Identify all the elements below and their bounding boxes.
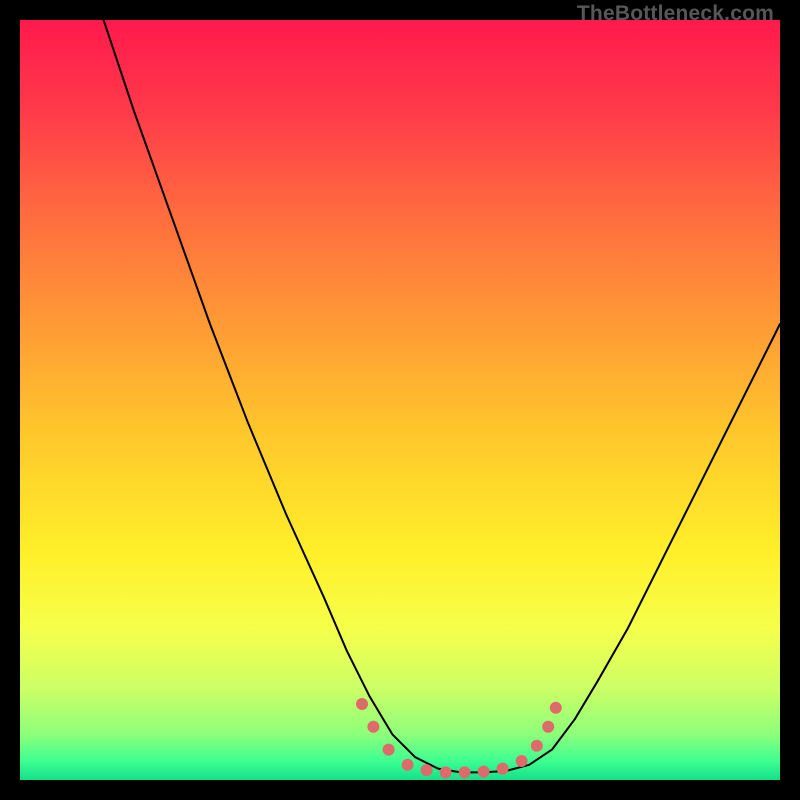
data-point xyxy=(478,766,490,778)
watermark-text: TheBottleneck.com xyxy=(577,2,774,26)
data-point xyxy=(550,702,562,714)
gradient-background xyxy=(20,20,780,780)
data-point xyxy=(516,755,528,767)
data-point xyxy=(421,764,433,776)
data-point xyxy=(497,763,509,775)
data-point xyxy=(531,740,543,752)
data-point xyxy=(542,721,554,733)
bottleneck-chart xyxy=(20,20,780,780)
data-point xyxy=(402,759,414,771)
data-point xyxy=(383,744,395,756)
data-point xyxy=(440,766,452,778)
data-point xyxy=(356,698,368,710)
data-point xyxy=(459,766,471,778)
chart-frame xyxy=(20,20,780,780)
data-point xyxy=(367,721,379,733)
